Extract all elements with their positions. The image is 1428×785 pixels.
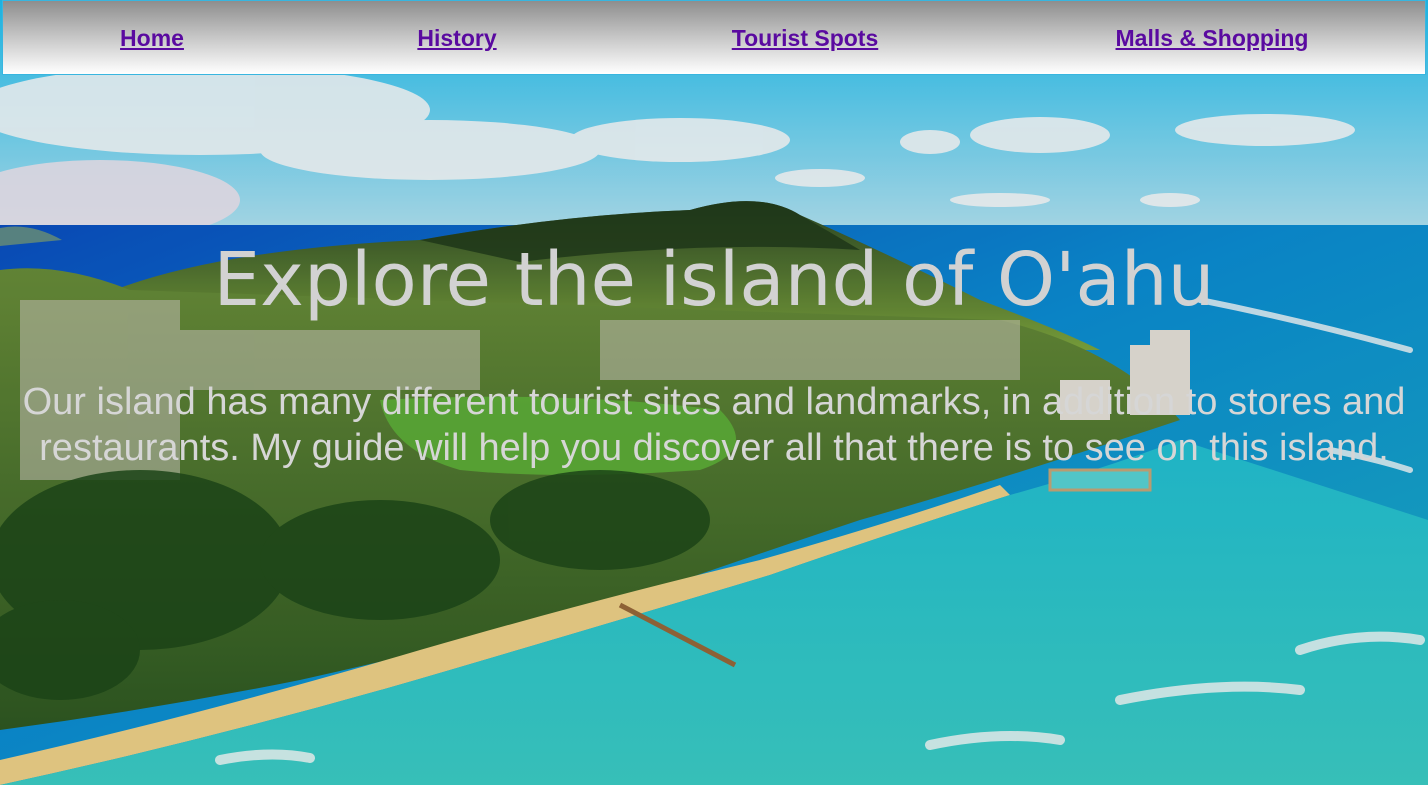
page: Home History Tourist Spots Malls & Shopp… [0,0,1428,785]
top-nav: Home History Tourist Spots Malls & Shopp… [2,0,1426,75]
nav-link-home[interactable]: Home [120,25,184,52]
nav-link-tourist-spots[interactable]: Tourist Spots [732,25,879,52]
nav-link-history[interactable]: History [417,25,496,52]
hero-title: Explore the island of O'ahu [213,237,1215,323]
hero-description: Our island has many different tourist si… [22,381,1406,469]
nav-link-malls-shopping[interactable]: Malls & Shopping [1116,25,1309,52]
